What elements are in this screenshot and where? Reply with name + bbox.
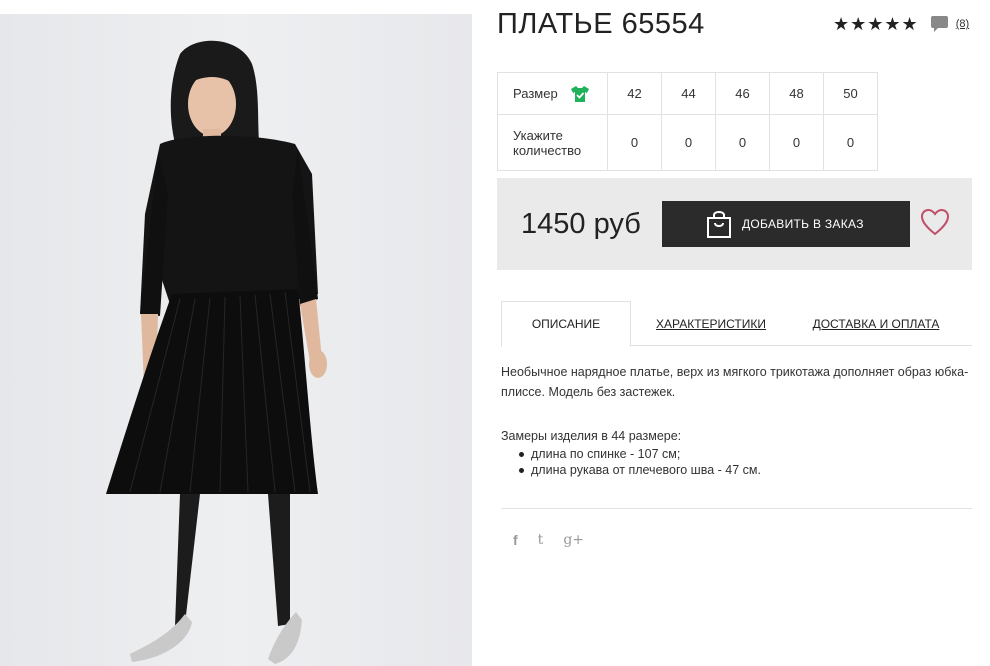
description-text: Необычное нарядное платье, верх из мягко… [501,365,969,399]
quantity-input[interactable]: 0 [607,114,662,171]
add-to-order-button[interactable]: ДОБАВИТЬ В ЗАКАЗ [662,201,910,247]
size-option[interactable]: 42 [607,72,662,115]
quantity-input[interactable]: 0 [715,114,770,171]
quantity-header: Укажите количество [497,114,608,171]
social-share: f t g+ [513,532,584,548]
product-tabs: ОПИСАНИЕ ХАРАКТЕРИСТИКИ ДОСТАВКА И ОПЛАТ… [501,301,972,347]
price: 1450 руб [521,208,641,240]
product-photo-illustration [106,40,327,664]
quantity-input[interactable]: 0 [769,114,824,171]
twitter-icon[interactable]: t [538,532,544,548]
size-option[interactable]: 50 [823,72,878,115]
list-item: длина рукава от плечевого шва - 47 см. [519,462,971,478]
product-photo[interactable] [0,14,472,666]
size-table: Размер 42 44 46 48 50 Укажите количество… [497,72,878,171]
comment-icon[interactable] [930,15,949,33]
size-header: Размер [497,72,608,115]
heart-icon[interactable] [920,208,950,236]
divider [501,508,972,509]
google-plus-icon[interactable]: g+ [563,532,584,548]
size-label: Размер [513,86,558,101]
quantity-label-line2: количество [513,142,582,158]
size-option[interactable]: 46 [715,72,770,115]
quantity-row: Укажите количество 0 0 0 0 0 [497,114,878,171]
description-panel: Необычное нарядное платье, верх из мягко… [501,362,971,478]
list-item: длина по спинке - 107 см; [519,446,971,462]
facebook-icon[interactable]: f [513,532,518,548]
tab-specs[interactable]: ХАРАКТЕРИСТИКИ [651,301,771,346]
size-chart-icon[interactable] [570,85,590,103]
review-count-link[interactable]: (8) [956,18,969,30]
shopping-bag-icon [707,211,731,238]
size-option[interactable]: 48 [769,72,824,115]
size-row: Размер 42 44 46 48 50 [497,72,878,115]
quantity-input[interactable]: 0 [823,114,878,171]
measure-title: Замеры изделия в 44 размере: [501,429,682,443]
buy-box: 1450 руб ДОБАВИТЬ В ЗАКАЗ [497,178,972,270]
tab-description[interactable]: ОПИСАНИЕ [501,301,631,347]
rating: ★★★★★ (8) [833,14,969,34]
size-option[interactable]: 44 [661,72,716,115]
quantity-label-line1: Укажите [513,127,563,143]
tab-delivery[interactable]: ДОСТАВКА И ОПЛАТА [811,301,941,346]
product-title: ПЛАТЬЕ 65554 [497,8,705,40]
rating-stars[interactable]: ★★★★★ [833,14,919,34]
quantity-input[interactable]: 0 [661,114,716,171]
add-to-order-label: ДОБАВИТЬ В ЗАКАЗ [742,217,864,231]
measure-list: длина по спинке - 107 см; длина рукава о… [519,446,971,478]
